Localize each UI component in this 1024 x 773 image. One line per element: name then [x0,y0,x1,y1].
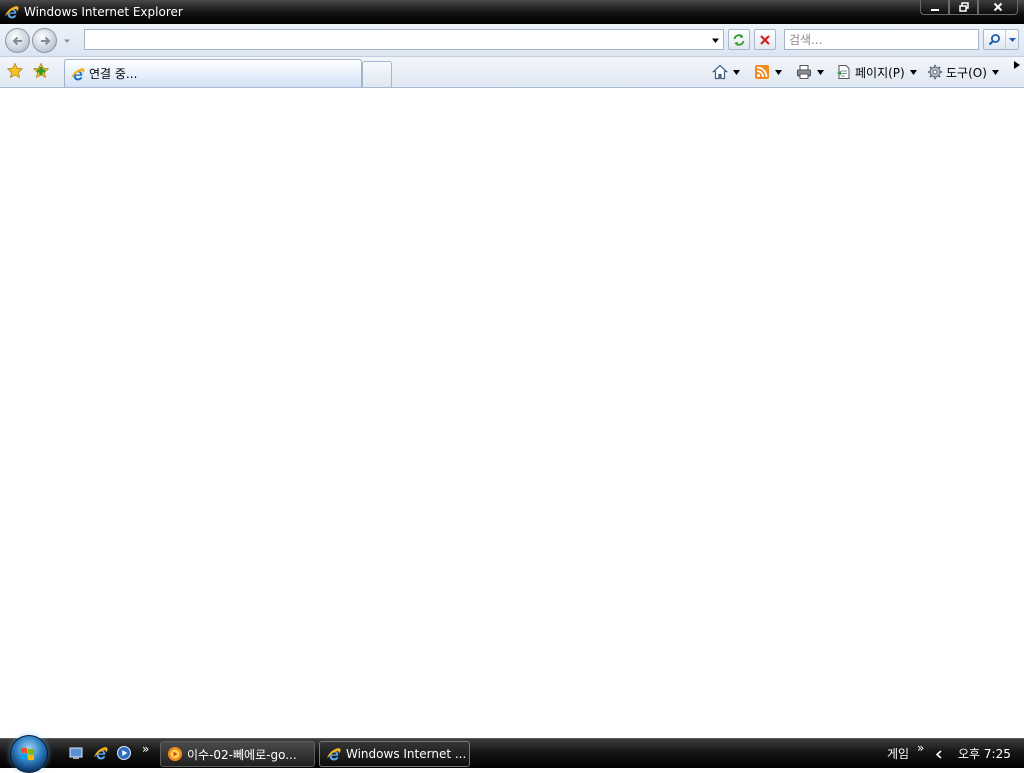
media-player-icon [168,747,182,761]
taskbar: » 이수-02-뻬에로-go... Windows Internet ... 게… [0,735,1024,773]
home-button[interactable] [712,61,740,83]
ie-icon [327,748,341,761]
search-options-dropdown[interactable] [1006,36,1018,43]
more-commands-chevron-icon[interactable] [1014,61,1020,69]
tab-label: 연결 중... [89,67,138,81]
close-icon [993,2,1003,12]
forward-arrow-icon [40,36,50,45]
show-hidden-icons-chevron-icon[interactable] [935,750,943,759]
printer-icon [797,65,811,79]
recent-pages-dropdown-icon[interactable] [62,36,72,46]
forward-button[interactable] [32,28,57,53]
page-menu-label: 페이지(P) [855,65,905,80]
home-dropdown-icon[interactable] [733,69,740,75]
navigation-bar [0,24,1024,57]
address-input[interactable] [85,30,723,49]
tab-active[interactable]: 연결 중... [64,59,362,87]
rss-feed-icon [755,65,769,79]
minimize-button[interactable] [920,0,949,15]
taskbar-button-label: 이수-02-뻬에로-go... [187,747,297,762]
clock[interactable]: 오후 7:25 [958,745,1011,762]
start-button[interactable] [10,735,48,773]
window-title: Windows Internet Explorer [24,5,183,19]
stop-icon [760,34,770,45]
tools-menu-label: 도구(O) [946,65,987,80]
address-dropdown-icon[interactable] [711,36,720,45]
window-controls [920,0,1018,15]
page-menu-button[interactable]: 페이지(P) [836,61,917,83]
taskbar-button-label: Windows Internet ... [346,747,467,761]
tools-menu-button[interactable]: 도구(O) [927,61,999,83]
page-content-area[interactable] [0,88,1024,738]
ie-page-icon [71,67,85,80]
search-button[interactable] [983,29,1019,50]
search-go[interactable] [984,30,1006,49]
tools-dropdown-icon [991,69,999,75]
refresh-icon [733,33,745,46]
taskbar-button-internet-explorer[interactable]: Windows Internet ... [319,741,470,767]
refresh-button[interactable] [728,29,750,50]
feeds-button[interactable] [754,61,782,83]
feeds-dropdown-icon[interactable] [775,69,782,75]
tab-bar: 연결 중... 페이지(P) 도구(O) [0,57,1024,88]
toolbar-more-chevron[interactable]: » [917,741,924,755]
close-button[interactable] [978,0,1018,15]
ie-icon [5,6,19,19]
minimize-icon [930,9,939,11]
taskbar-button-media-player[interactable]: 이수-02-뻬에로-go... [160,741,315,767]
back-arrow-icon [12,36,22,45]
print-dropdown-icon[interactable] [817,69,824,75]
favorites-center-star-icon[interactable] [6,62,24,80]
page-icon [837,65,850,79]
address-bar[interactable] [84,29,724,50]
media-player-quicklaunch-icon[interactable] [116,745,132,761]
search-box[interactable] [784,29,979,50]
games-toolbar-label[interactable]: 게임 [887,745,909,762]
show-desktop-icon[interactable] [68,745,84,761]
title-bar: Windows Internet Explorer [0,0,1024,24]
print-button[interactable] [796,61,824,83]
gear-icon [927,64,943,80]
search-input[interactable] [785,30,978,49]
add-to-favorites-icon[interactable] [32,62,50,80]
back-button[interactable] [5,28,30,53]
quicklaunch-more-chevron[interactable]: » [142,742,149,756]
home-icon [712,64,728,80]
restore-button[interactable] [949,0,978,15]
windows-logo-icon [21,747,34,761]
stop-button[interactable] [754,29,776,50]
search-icon [988,34,1000,46]
ie-quicklaunch-icon[interactable] [93,745,109,761]
new-tab-button[interactable] [362,61,392,87]
page-dropdown-icon [909,69,917,75]
restore-icon [958,2,969,12]
chevron-down-icon [1008,38,1016,42]
